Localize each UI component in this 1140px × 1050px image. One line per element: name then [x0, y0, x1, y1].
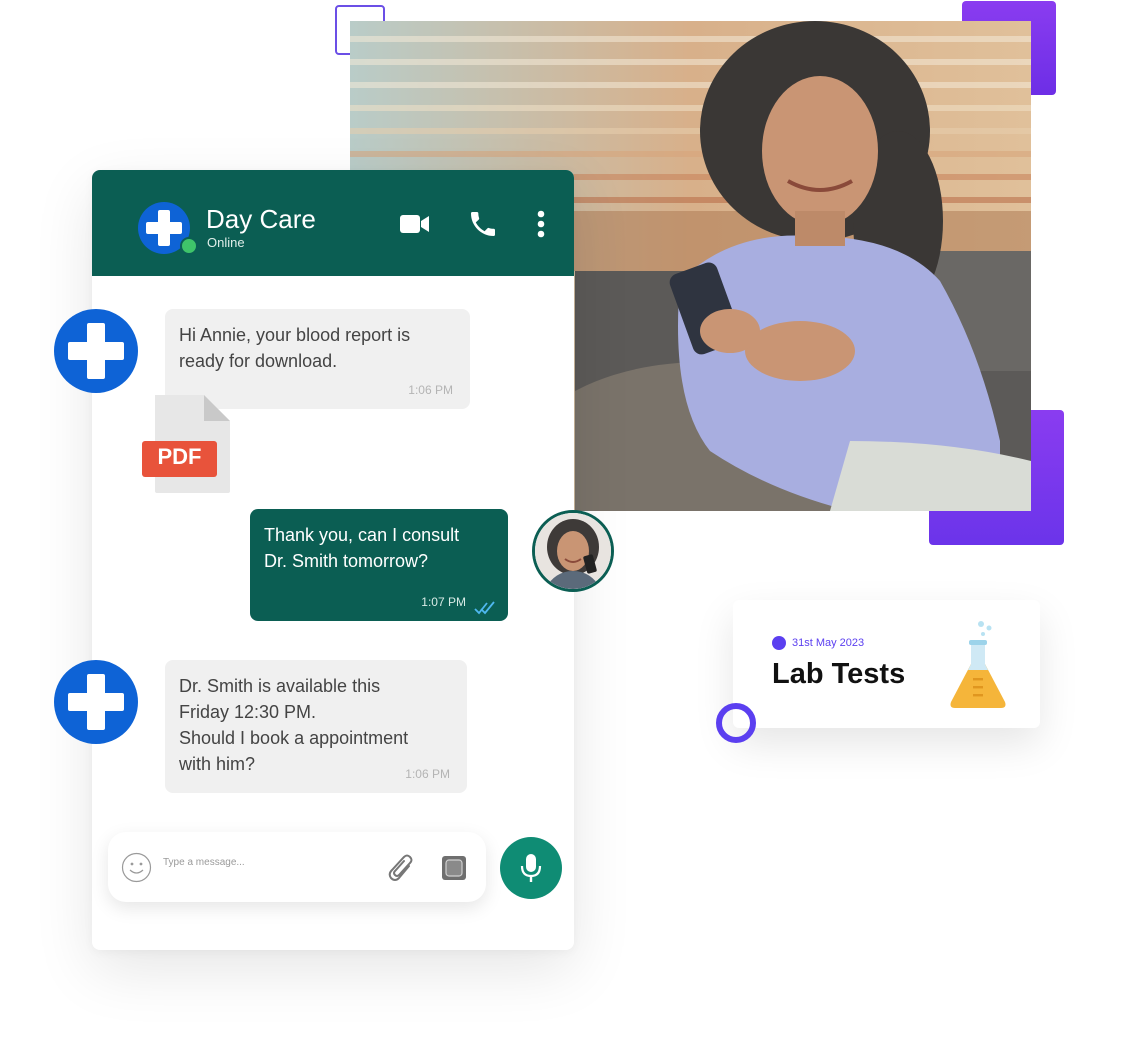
double-check-icon: [474, 601, 495, 615]
contact-name: Day Care: [206, 204, 316, 234]
message-input-placeholder[interactable]: Type a message...: [163, 857, 245, 868]
online-status-dot: [180, 237, 198, 255]
decorative-ring: [716, 703, 756, 743]
lab-tests-card[interactable]: 31st May 2023 Lab Tests: [733, 600, 1040, 728]
chat-header: Day Care Online: [92, 170, 574, 276]
paperclip-icon[interactable]: [387, 852, 417, 884]
voice-record-button[interactable]: [500, 837, 562, 899]
message-text: Hi Annie, your blood report is ready for…: [179, 325, 411, 371]
message-text: Thank you, can I consult Dr. Smith tomor…: [264, 525, 460, 571]
flask-icon: [950, 621, 1006, 708]
message-outgoing: Thank you, can I consult Dr. Smith tomor…: [250, 509, 508, 621]
camera-icon[interactable]: [441, 855, 467, 881]
contact-status: Online: [207, 235, 245, 250]
pdf-label: PDF: [157, 444, 202, 469]
lab-test-title: Lab Tests: [772, 658, 906, 690]
video-call-icon[interactable]: [400, 213, 430, 235]
lab-test-date: 31st May 2023: [792, 637, 865, 649]
message-text: Dr. Smith is available this Friday 12:30…: [179, 676, 409, 774]
emoji-icon[interactable]: [121, 852, 152, 883]
user-avatar: [532, 510, 614, 592]
chat-window: Day Care Online Hi Annie, your blood rep…: [92, 170, 574, 950]
phone-call-icon[interactable]: [467, 208, 499, 240]
date-dot-icon: [772, 636, 786, 650]
bot-avatar: [54, 309, 138, 393]
message-time: 1:06 PM: [405, 767, 450, 781]
message-time: 1:06 PM: [408, 383, 453, 397]
more-vertical-icon[interactable]: [536, 210, 546, 238]
pdf-attachment[interactable]: PDF: [142, 393, 232, 495]
message-time: 1:07 PM: [421, 595, 466, 609]
bot-avatar: [54, 660, 138, 744]
message-composer[interactable]: Type a message...: [108, 832, 486, 902]
message-incoming: Dr. Smith is available this Friday 12:30…: [165, 660, 467, 793]
microphone-icon: [520, 854, 542, 882]
